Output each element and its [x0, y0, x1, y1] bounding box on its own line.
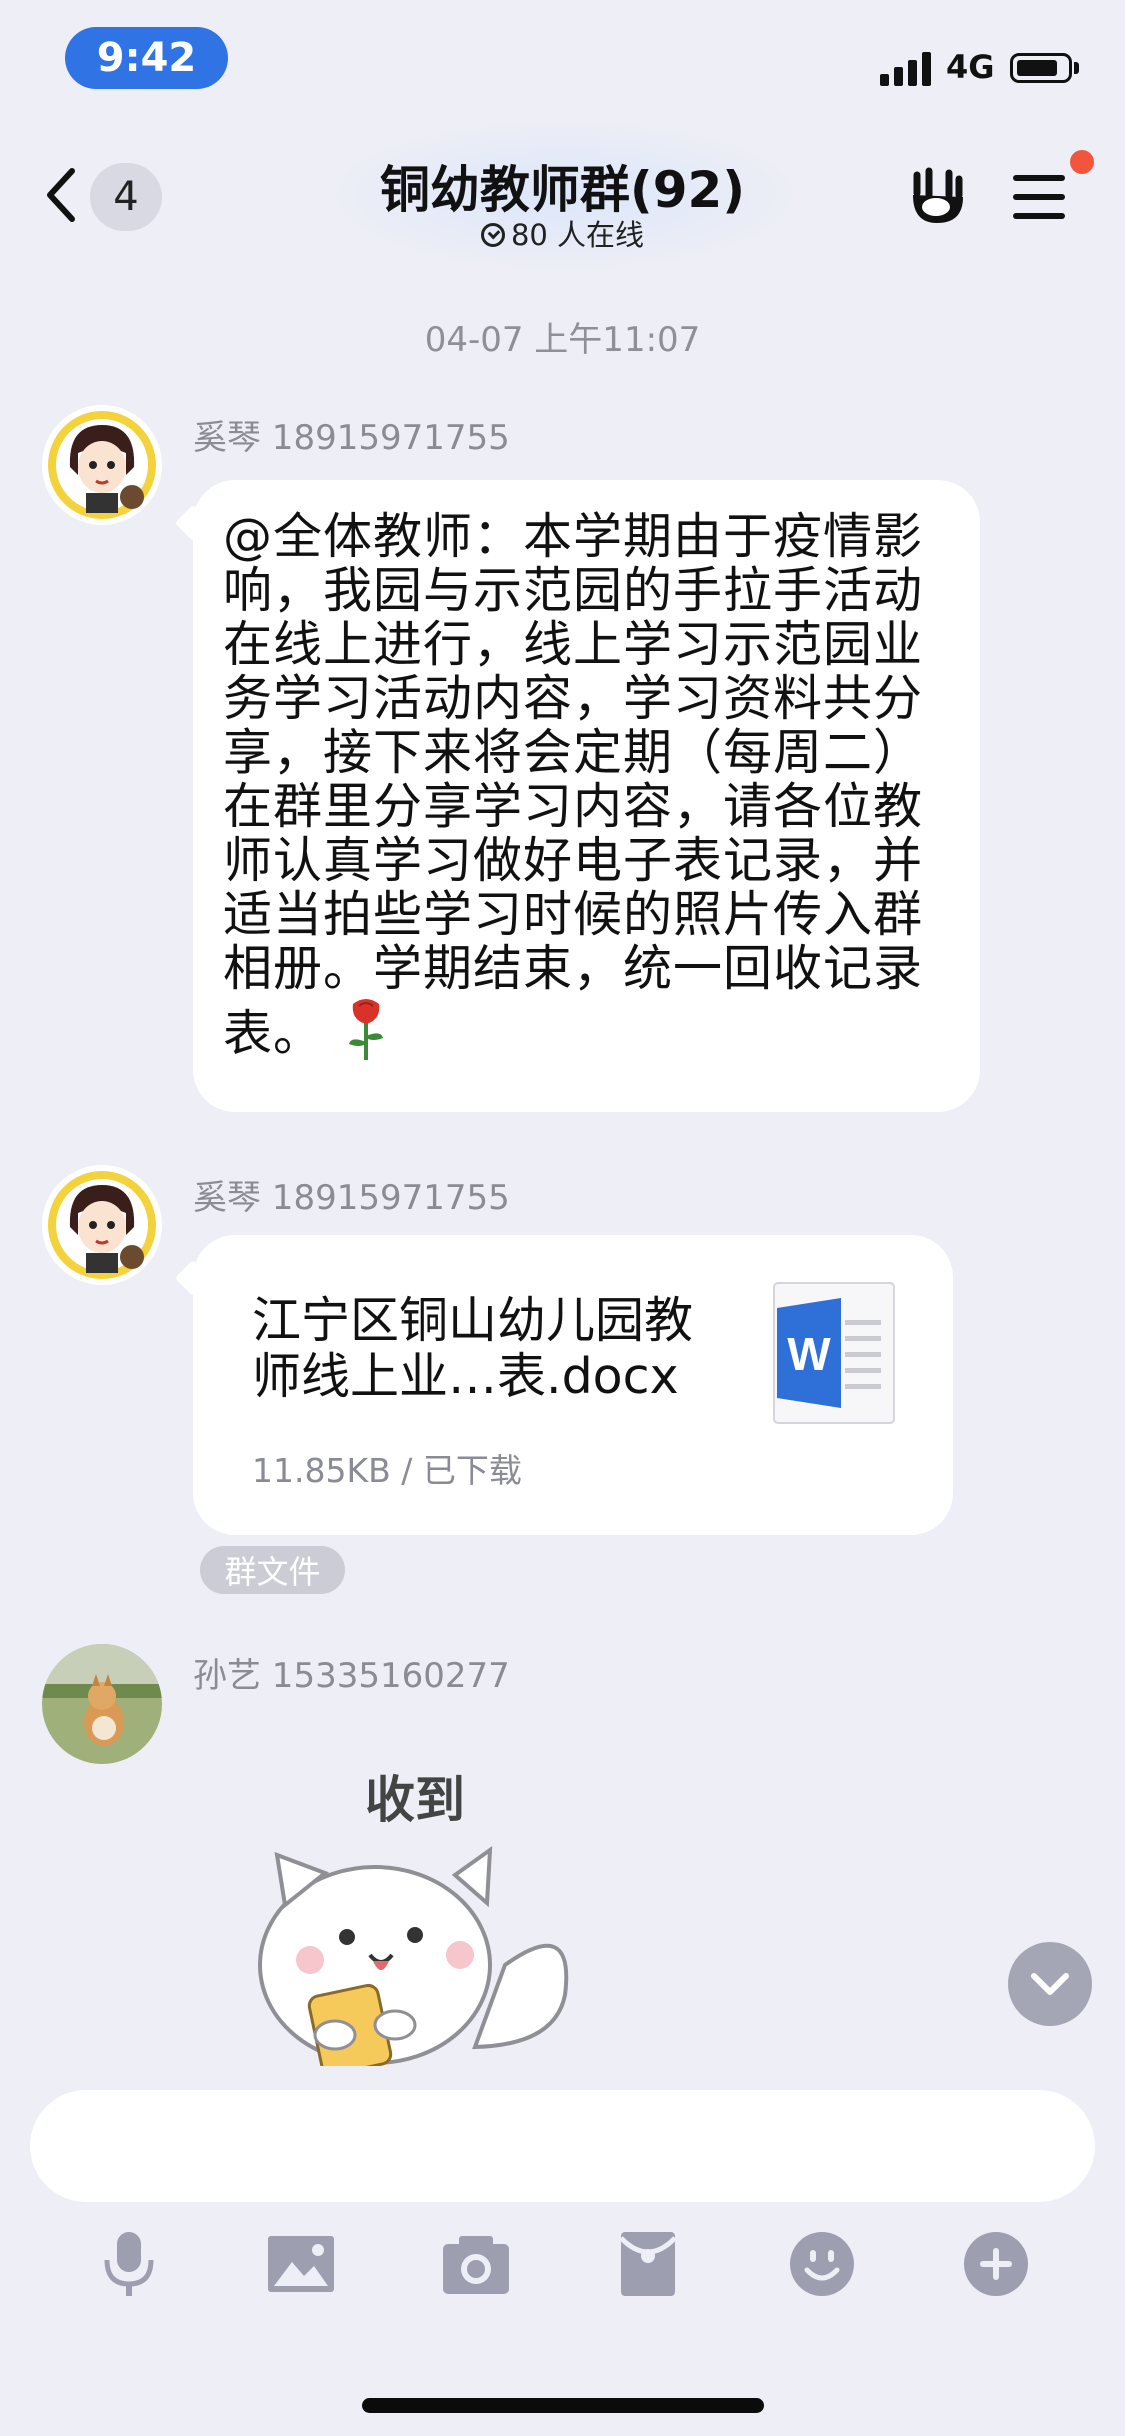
microphone-icon[interactable]	[94, 2228, 164, 2300]
sender-name: 奚琴 18915971755	[193, 418, 510, 458]
group-file-tag[interactable]: 群文件	[200, 1546, 345, 1594]
file-meta: 11.85KB / 已下载	[252, 1451, 522, 1490]
red-packet-icon[interactable]	[613, 2228, 683, 2300]
battery-tip	[1074, 62, 1079, 74]
network-label: 4G	[946, 48, 995, 86]
online-count-text: 80 人在线	[510, 218, 645, 252]
avatar-sender-3[interactable]	[42, 1644, 162, 1764]
plus-icon[interactable]	[961, 2228, 1031, 2300]
message-input[interactable]	[30, 2090, 1095, 2202]
svg-text:W: W	[787, 1328, 831, 1380]
home-indicator[interactable]	[362, 2398, 764, 2413]
hand-gesture-icon[interactable]	[905, 165, 967, 227]
camera-icon[interactable]	[441, 2228, 511, 2300]
sticker-caption: 收到	[365, 1771, 465, 1829]
scroll-to-bottom-button[interactable]	[1008, 1942, 1092, 2026]
signal-icon	[880, 52, 934, 86]
emoji-icon[interactable]	[787, 2228, 857, 2300]
menu-icon[interactable]	[1013, 175, 1065, 219]
word-document-icon: W	[773, 1282, 895, 1424]
message-text: @全体教师：本学期由于疫情影响，我园与示范园的手拉手活动在线上进行，线上学习示范…	[223, 510, 963, 1062]
rose-emoji-icon	[349, 999, 384, 1060]
image-icon[interactable]	[266, 2228, 336, 2300]
file-name: 江宁区铜山幼儿园教师线上业…表.docx	[252, 1292, 694, 1405]
chevron-down-icon	[1031, 1973, 1069, 1995]
sender-name: 奚琴 18915971755	[193, 1178, 510, 1218]
cat-sticker-image[interactable]: 收到	[255, 1755, 585, 2075]
status-time: 9:42	[65, 27, 228, 89]
notification-dot	[1070, 150, 1094, 174]
online-check-icon	[480, 223, 505, 247]
avatar-sender-1[interactable]	[42, 405, 162, 525]
chat-timestamp: 04-07 上午11:07	[424, 320, 701, 360]
message-body: @全体教师：本学期由于疫情影响，我园与示范园的手拉手活动在线上进行，线上学习示范…	[223, 508, 924, 1062]
sender-name: 孙艺 15335160277	[193, 1656, 510, 1696]
avatar-sender-2[interactable]	[42, 1165, 162, 1285]
battery-icon	[1010, 53, 1072, 83]
